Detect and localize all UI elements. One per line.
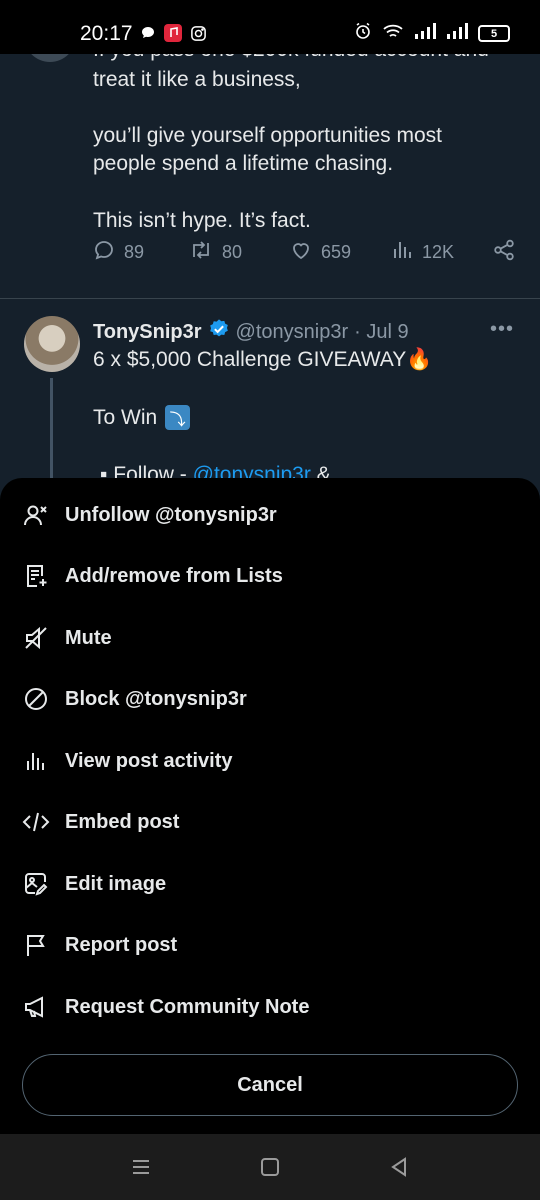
system-navigation-bar <box>0 1134 540 1200</box>
share-button[interactable] <box>492 238 516 267</box>
like-button[interactable]: 659 <box>289 238 351 267</box>
battery-icon: 5 <box>478 25 510 42</box>
menu-item-embed[interactable]: Embed post <box>0 796 540 848</box>
tweet-text-line: treat it like a business, <box>93 68 301 91</box>
signal-icon <box>446 22 468 45</box>
more-options-icon[interactable]: ••• <box>490 318 514 341</box>
thread-line <box>50 378 53 480</box>
tweet-text-line: This isn’t hype. It’s fact. <box>93 209 311 232</box>
mute-icon <box>22 624 50 652</box>
views-button[interactable]: 12K <box>392 238 454 267</box>
wifi-icon <box>382 22 404 45</box>
megaphone-icon <box>22 993 50 1021</box>
fire-emoji: 🔥 <box>406 348 433 371</box>
menu-item-edit-image[interactable]: Edit image <box>0 858 540 910</box>
author-handle[interactable]: @tonysnip3r <box>236 321 349 344</box>
verified-badge-icon <box>208 318 230 346</box>
menu-item-report[interactable]: Report post <box>0 919 540 971</box>
repost-icon <box>188 238 214 267</box>
avatar[interactable] <box>24 316 80 372</box>
menu-item-unfollow[interactable]: Unfollow @tonysnip3r <box>0 489 540 541</box>
alarm-icon <box>354 22 372 45</box>
instagram-icon <box>190 25 207 47</box>
menu-item-community-note[interactable]: Request Community Note <box>0 981 540 1033</box>
tweet-text-line: people spend a lifetime chasing. <box>93 152 394 175</box>
timeline: If you pass one $200k funded account and… <box>0 0 540 480</box>
music-app-icon <box>164 24 182 47</box>
tweet-header: TonySnip3r @tonysnip3r · Jul 9 <box>93 318 409 346</box>
menu-item-label: Block @tonysnip3r <box>65 687 247 710</box>
reply-button[interactable]: 89 <box>92 238 144 267</box>
cancel-button[interactable]: Cancel <box>22 1054 518 1116</box>
unfollow-icon <box>22 501 50 529</box>
menu-item-label: Add/remove from Lists <box>65 564 283 587</box>
menu-item-label: Report post <box>65 933 178 956</box>
menu-item-label: Edit image <box>65 872 167 895</box>
activity-icon <box>22 747 50 775</box>
menu-item-label: View post activity <box>65 749 233 772</box>
menu-item-label: Embed post <box>65 810 180 833</box>
status-bar: 20:17 5 <box>0 0 540 54</box>
arrow-down-emoji: ⤵ <box>165 405 191 430</box>
flag-icon <box>22 931 50 959</box>
back-button[interactable] <box>384 1152 414 1182</box>
chat-bubble-icon <box>140 25 156 46</box>
like-count: 659 <box>321 241 352 262</box>
tweet-date: · Jul 9 <box>354 320 409 343</box>
author-name[interactable]: TonySnip3r <box>93 321 202 344</box>
repost-count: 80 <box>222 241 243 262</box>
reply-icon <box>92 238 116 267</box>
share-icon <box>492 238 516 267</box>
heart-icon <box>289 238 313 267</box>
menu-item-label: Request Community Note <box>65 995 310 1018</box>
reply-count: 89 <box>124 241 145 262</box>
repost-button[interactable]: 80 <box>188 238 242 267</box>
tweet-text-line: To Win ⤵ <box>93 405 191 430</box>
edit-image-icon <box>22 870 50 898</box>
menu-item-label: Mute <box>65 626 112 649</box>
menu-item-block[interactable]: Block @tonysnip3r <box>0 673 540 725</box>
tweet-text-line: 6 x $5,000 Challenge GIVEAWAY🔥 <box>93 348 433 371</box>
status-time: 20:17 <box>80 22 133 45</box>
menu-item-lists[interactable]: Add/remove from Lists <box>0 550 540 602</box>
menu-item-label: Unfollow @tonysnip3r <box>65 503 277 526</box>
views-icon <box>392 238 414 267</box>
home-button[interactable] <box>255 1152 285 1182</box>
recent-apps-button[interactable] <box>126 1152 156 1182</box>
tweet-text-line: you’ll give yourself opportunities most <box>93 124 443 147</box>
notification-icons <box>140 24 207 47</box>
menu-item-activity[interactable]: View post activity <box>0 735 540 787</box>
signal-icon <box>414 22 436 45</box>
post-options-sheet: Unfollow @tonysnip3r Add/remove from Lis… <box>0 478 540 1134</box>
divider <box>0 298 540 299</box>
status-indicators: 5 <box>354 22 510 45</box>
block-icon <box>22 685 50 713</box>
list-add-icon <box>22 562 50 590</box>
menu-item-mute[interactable]: Mute <box>0 612 540 664</box>
views-count: 12K <box>422 241 455 262</box>
embed-icon <box>22 808 50 836</box>
